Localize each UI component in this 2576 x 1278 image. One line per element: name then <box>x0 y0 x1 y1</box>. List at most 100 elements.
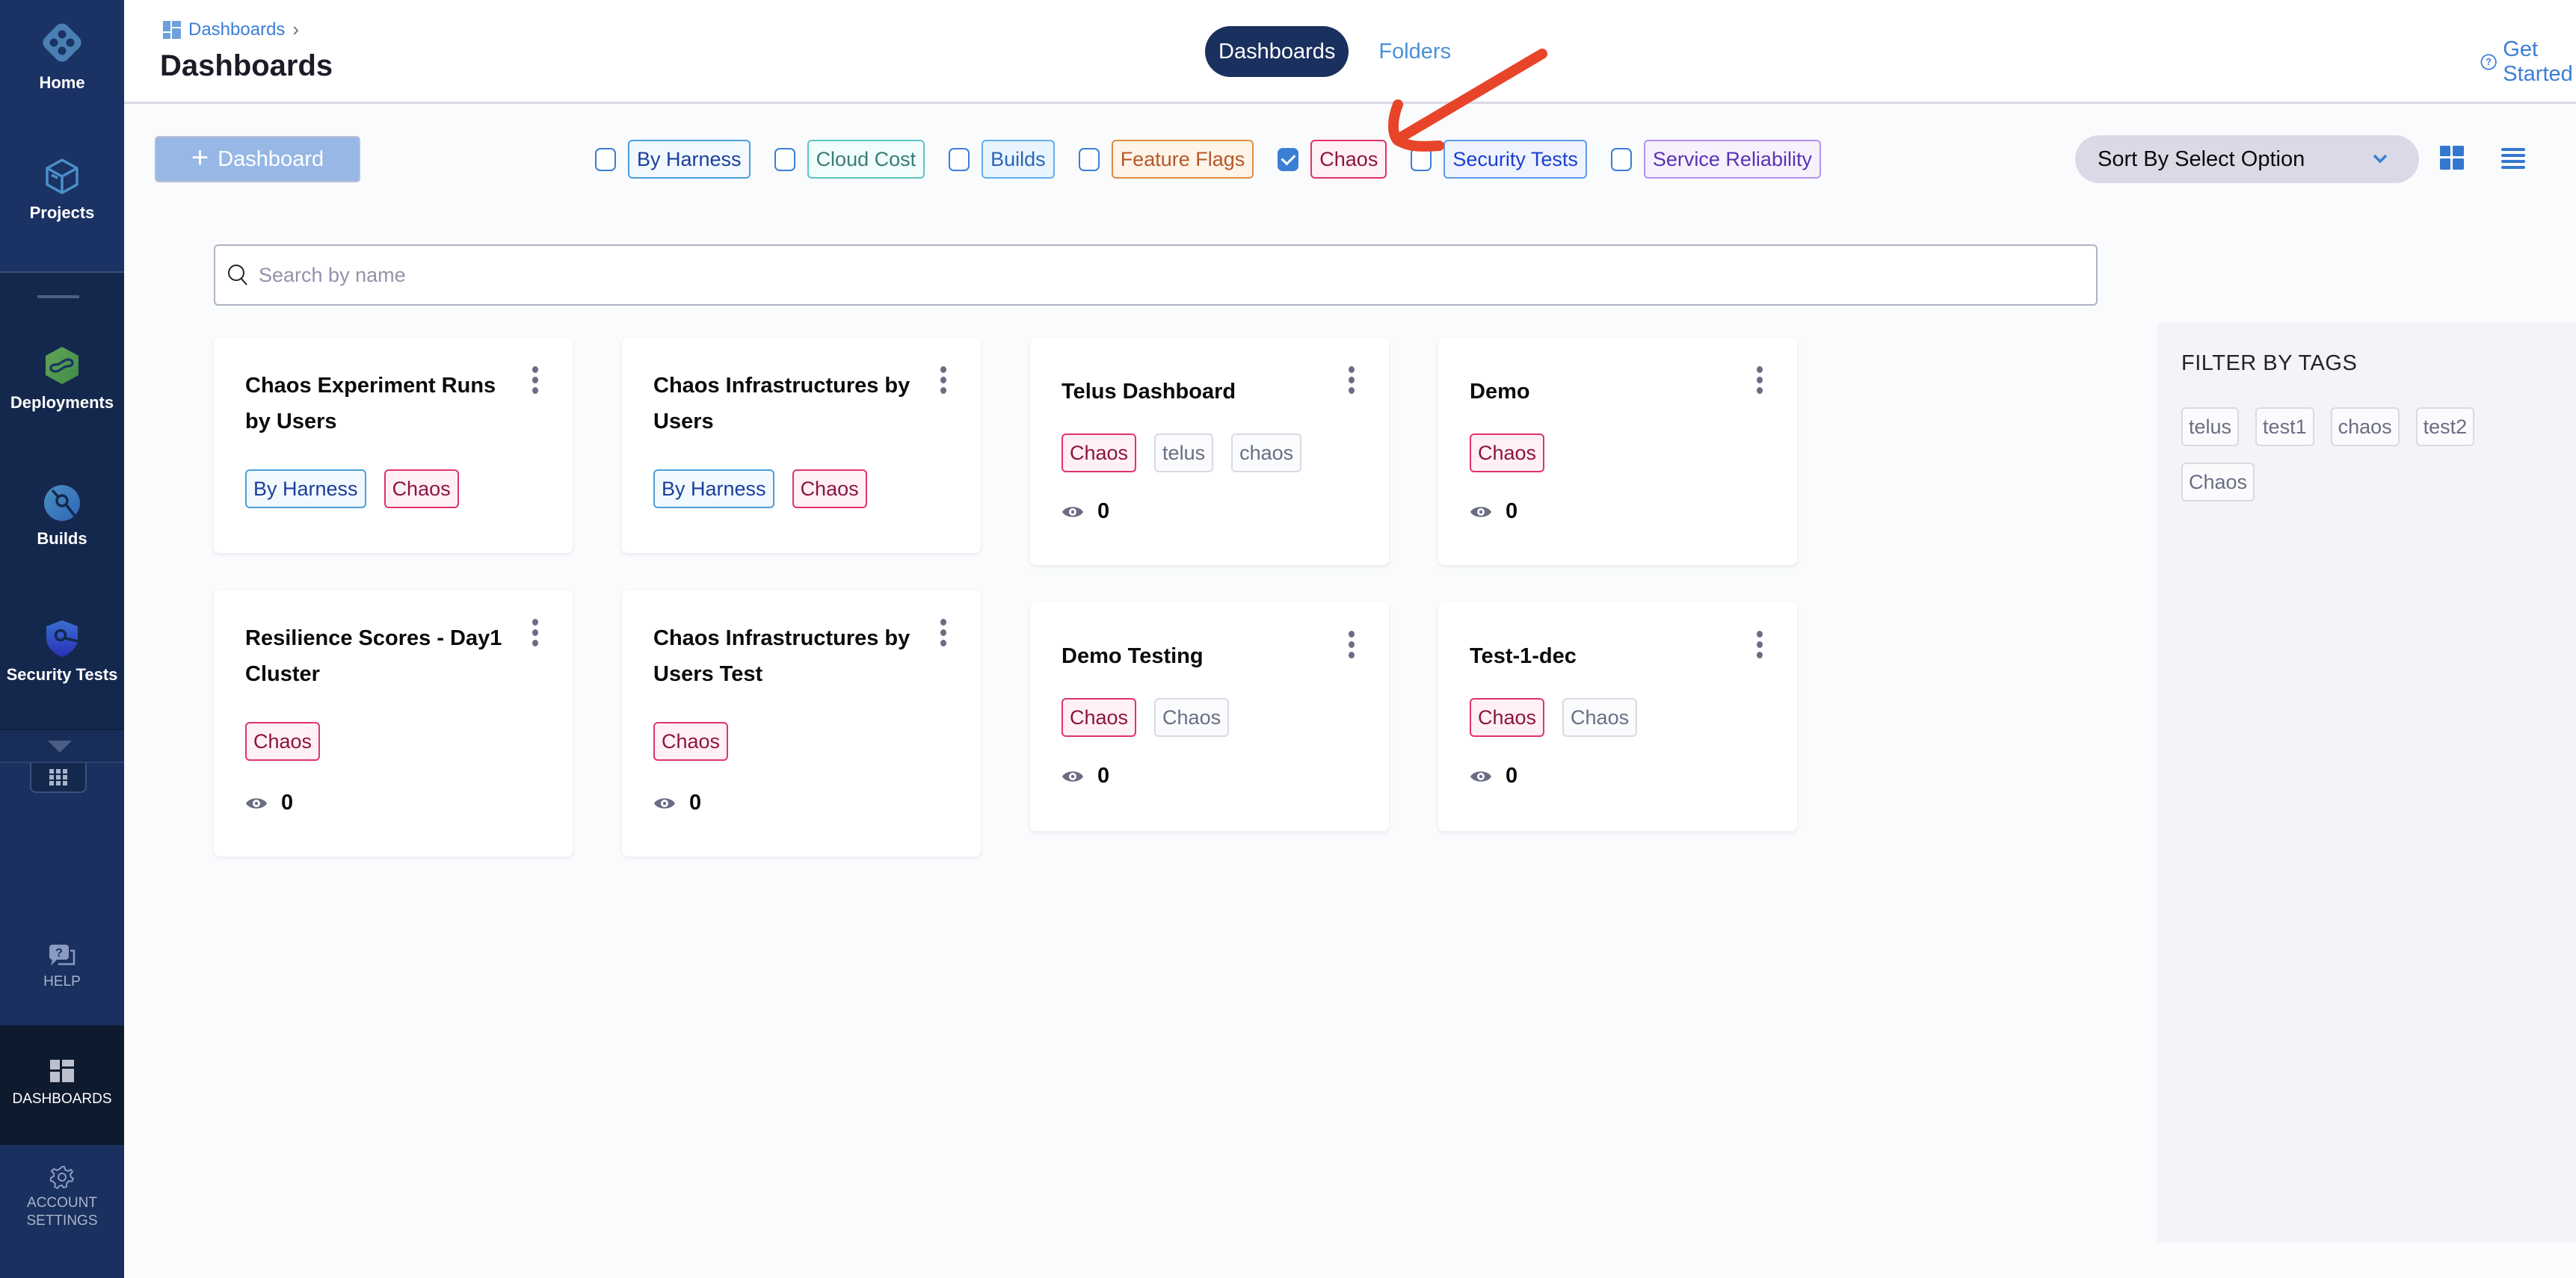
gear-icon <box>50 1166 75 1190</box>
breadcrumb-link[interactable]: Dashboards <box>188 19 285 40</box>
module-grid-button[interactable] <box>30 763 87 793</box>
tag-badge[interactable]: Chaos <box>1470 698 1545 737</box>
more-options-icon[interactable] <box>1344 631 1359 661</box>
tag-badge[interactable]: Chaos <box>792 469 867 508</box>
filter-checkbox-cloud-cost[interactable] <box>774 147 795 171</box>
sidebar-expand-toggle[interactable] <box>0 729 124 763</box>
eye-icon <box>1062 506 1083 517</box>
list-view-icon[interactable] <box>2501 147 2525 170</box>
dashboard-card[interactable]: Demo Chaos 0 <box>1438 338 1797 565</box>
tag-badge[interactable]: Chaos <box>1470 433 1545 472</box>
dashboard-card-title[interactable]: Telus Dashboard <box>1061 374 1331 410</box>
more-options-icon[interactable] <box>528 619 543 649</box>
more-options-icon[interactable] <box>1344 366 1359 396</box>
dashboard-card[interactable]: Chaos Infrastructures by Users Test Chaos… <box>622 590 981 856</box>
tab-dashboards[interactable]: Dashboards <box>1205 26 1349 77</box>
filter-tag-builds[interactable]: Builds <box>982 140 1055 179</box>
get-started-link[interactable]: ? Get Started <box>2480 37 2576 87</box>
tag-badge[interactable]: chaos <box>1231 433 1302 472</box>
filter-tag-feature-flags[interactable]: Feature Flags <box>1111 140 1254 179</box>
svg-text:?: ? <box>2486 57 2492 67</box>
more-options-icon[interactable] <box>528 366 543 396</box>
sidebar-item-home[interactable]: Home <box>0 19 124 93</box>
more-options-icon[interactable] <box>936 619 951 649</box>
more-options-icon[interactable] <box>936 366 951 396</box>
plus-icon: + <box>191 141 209 174</box>
dashboard-card[interactable]: Chaos Infrastructures by Users By Harness… <box>622 338 981 553</box>
dashboard-card[interactable]: Chaos Experiment Runs by Users By Harness… <box>214 338 573 553</box>
filter-checkbox-feature-flags[interactable] <box>1078 147 1100 171</box>
sort-dropdown[interactable]: Sort By Select Option <box>2075 135 2419 183</box>
sidebar-drag-handle[interactable] <box>37 295 79 298</box>
dashboard-card[interactable]: Telus Dashboard Chaos telus chaos 0 <box>1030 338 1389 565</box>
dashboard-card-title[interactable]: Chaos Experiment Runs by Users <box>245 368 514 439</box>
filter-tag-security-tests[interactable]: Security Tests <box>1443 140 1587 179</box>
more-options-icon[interactable] <box>1752 631 1767 661</box>
filter-checkbox-security-tests[interactable] <box>1411 147 1432 171</box>
breadcrumb[interactable]: Dashboards › <box>163 18 299 41</box>
tag-badge[interactable]: By Harness <box>245 469 366 508</box>
search-input[interactable] <box>259 263 2053 287</box>
tag-badge[interactable]: Chaos <box>653 722 729 761</box>
sidebar-account-settings[interactable]: ACCOUNT SETTINGS <box>0 1164 124 1230</box>
dashboard-card-tags: By Harness Chaos <box>653 469 867 508</box>
eye-icon <box>1470 506 1491 517</box>
view-count-value: 0 <box>689 791 702 815</box>
filter-checkbox-builds[interactable] <box>949 147 970 171</box>
add-dashboard-button[interactable]: + Dashboard <box>155 136 360 182</box>
more-options-icon[interactable] <box>1752 366 1767 396</box>
svg-text:?: ? <box>55 947 63 960</box>
view-count-value: 0 <box>1097 764 1110 788</box>
chevron-right-icon: › <box>292 18 300 40</box>
dashboard-card-title[interactable]: Resilience Scores - Day1 Cluster <box>245 620 514 692</box>
sidebar-item-label: Home <box>39 73 85 92</box>
tag-badge[interactable]: Chaos <box>245 722 321 761</box>
dashboard-card[interactable]: Demo Testing Chaos Chaos 0 <box>1030 602 1389 831</box>
filter-panel-tag[interactable]: chaos <box>2330 407 2400 446</box>
dashboard-card-title[interactable]: Demo Testing <box>1061 638 1331 674</box>
dashboard-card-title[interactable]: Test-1-dec <box>1470 638 1739 674</box>
dashboard-card-tags: By Harness Chaos <box>245 469 459 508</box>
filter-checkbox-service-reliability[interactable] <box>1610 147 1632 171</box>
filter-tag-by-harness[interactable]: By Harness <box>628 140 751 179</box>
tag-badge[interactable]: Chaos <box>1061 433 1137 472</box>
dashboard-card-title[interactable]: Chaos Infrastructures by Users <box>653 368 922 439</box>
view-count-value: 0 <box>281 791 294 815</box>
sidebar-help[interactable]: ? HELP <box>0 943 124 991</box>
dashboard-card[interactable]: Test-1-dec Chaos Chaos 0 <box>1438 602 1797 831</box>
filter-checkbox-chaos[interactable] <box>1278 147 1299 171</box>
filter-panel-tag[interactable]: Chaos <box>2181 463 2255 501</box>
filter-panel-tag[interactable]: test2 <box>2415 407 2475 446</box>
sidebar-item-projects[interactable]: Projects <box>0 157 124 223</box>
filter-tag-cloud-cost[interactable]: Cloud Cost <box>807 140 925 179</box>
dashboard-card-tags: Chaos <box>245 722 321 761</box>
dashboard-card[interactable]: Resilience Scores - Day1 Cluster Chaos 0 <box>214 590 573 856</box>
tag-badge[interactable]: By Harness <box>653 469 774 508</box>
tag-badge[interactable]: Chaos <box>1562 698 1638 737</box>
view-count-value: 0 <box>1097 499 1110 523</box>
sidebar-item-security-tests[interactable]: Security Tests <box>0 619 124 685</box>
tag-badge[interactable]: Chaos <box>1154 698 1230 737</box>
dashboard-card-title[interactable]: Demo <box>1470 374 1739 410</box>
tab-folders[interactable]: Folders <box>1365 26 1464 77</box>
page-header: Dashboards › Dashboards Dashboards Folde… <box>124 0 2576 104</box>
help-circle-icon: ? <box>2480 54 2497 70</box>
account-settings-label-line1: ACCOUNT <box>27 1195 97 1211</box>
sidebar-item-builds[interactable]: Builds <box>0 484 124 549</box>
grid-view-icon[interactable] <box>2440 146 2464 170</box>
tag-badge[interactable]: Chaos <box>383 469 459 508</box>
sidebar-dashboards-active[interactable]: DASHBOARDS <box>0 1025 124 1145</box>
view-count: 0 <box>1470 499 1517 524</box>
filter-panel-tag[interactable]: test1 <box>2255 407 2314 446</box>
tag-badge[interactable]: telus <box>1154 433 1214 472</box>
dashboard-card-title[interactable]: Chaos Infrastructures by Users Test <box>653 620 922 692</box>
filter-tag-chaos[interactable]: Chaos <box>1310 140 1387 179</box>
filter-tag-service-reliability[interactable]: Service Reliability <box>1643 140 1821 179</box>
search-icon <box>228 265 247 285</box>
view-tabs: Dashboards Folders <box>1205 26 1464 77</box>
eye-icon <box>654 797 675 809</box>
filter-panel-tag[interactable]: telus <box>2181 407 2240 446</box>
sidebar-item-deployments[interactable]: Deployments <box>0 345 124 413</box>
filter-checkbox-by-harness[interactable] <box>595 147 616 171</box>
tag-badge[interactable]: Chaos <box>1061 698 1137 737</box>
